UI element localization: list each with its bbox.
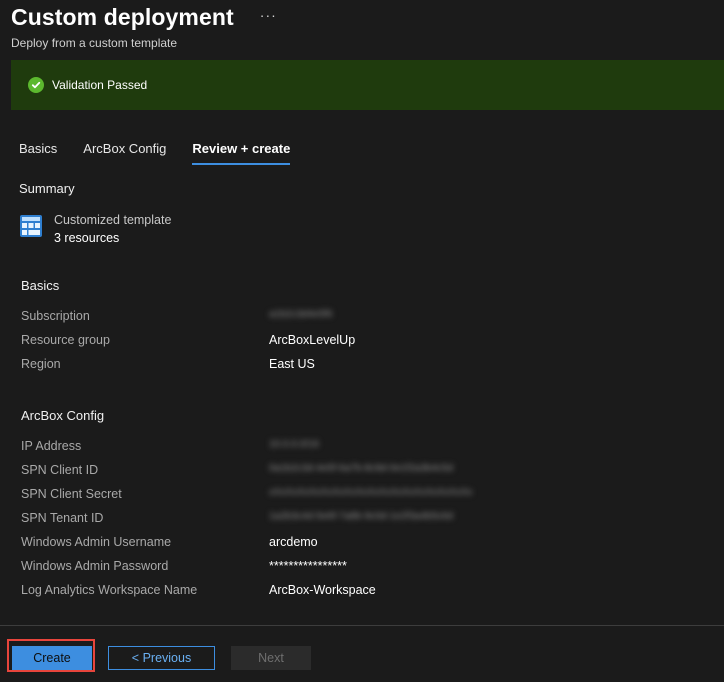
spn-client-secret-label: SPN Client Secret bbox=[21, 487, 122, 501]
subscription-value: a1b2c3d4e5f6 bbox=[269, 309, 333, 320]
spn-tenant-id-row: SPN Tenant ID 1a2b3c4d-5e6f-7a8b-9c0d-1e… bbox=[21, 511, 711, 529]
region-value: East US bbox=[269, 357, 315, 371]
footer-divider bbox=[0, 625, 724, 626]
ip-address-value: 10.0.0.0/16 bbox=[269, 439, 320, 450]
admin-username-value: arcdemo bbox=[269, 535, 318, 549]
admin-username-row: Windows Admin Username arcdemo bbox=[21, 535, 711, 553]
template-summary: Customized template 3 resources bbox=[20, 211, 171, 247]
ip-address-row: IP Address 10.0.0.0/16 bbox=[21, 439, 711, 457]
previous-button[interactable]: < Previous bbox=[108, 646, 215, 670]
ip-address-label: IP Address bbox=[21, 439, 82, 453]
resource-group-label: Resource group bbox=[21, 333, 110, 347]
subscription-row: Subscription a1b2c3d4e5f6 bbox=[21, 309, 711, 327]
page-header: Custom deployment ··· Deploy from a cust… bbox=[11, 4, 724, 50]
validation-status-text: Validation Passed bbox=[52, 78, 148, 92]
tab-basics[interactable]: Basics bbox=[19, 141, 57, 165]
validation-banner: Validation Passed bbox=[11, 60, 724, 110]
admin-password-row: Windows Admin Password **************** bbox=[21, 559, 711, 577]
title-row: Custom deployment ··· bbox=[11, 4, 724, 31]
create-button[interactable]: Create bbox=[12, 646, 92, 670]
spn-client-secret-value: xXxXxXxXxXxXxXxXxXxXxXxXxXxXxXxXxXx bbox=[269, 487, 473, 498]
template-name: Customized template bbox=[54, 213, 172, 227]
spn-client-secret-row: SPN Client Secret xXxXxXxXxXxXxXxXxXxXxX… bbox=[21, 487, 711, 505]
tab-arcbox-config[interactable]: ArcBox Config bbox=[83, 141, 166, 165]
template-text: Customized template 3 resources bbox=[54, 211, 171, 247]
admin-password-value: **************** bbox=[269, 559, 347, 573]
subscription-label: Subscription bbox=[21, 309, 90, 323]
admin-password-label: Windows Admin Password bbox=[21, 559, 169, 573]
region-row: Region East US bbox=[21, 357, 711, 375]
workspace-name-value: ArcBox-Workspace bbox=[269, 583, 376, 597]
arcbox-config-section-heading: ArcBox Config bbox=[21, 408, 105, 423]
workspace-name-row: Log Analytics Workspace Name ArcBox-Work… bbox=[21, 583, 711, 601]
resource-count: 3 resources bbox=[54, 231, 120, 245]
admin-username-label: Windows Admin Username bbox=[21, 535, 172, 549]
region-label: Region bbox=[21, 357, 61, 371]
summary-heading: Summary bbox=[19, 181, 75, 196]
check-circle-icon bbox=[28, 77, 44, 93]
spn-client-id-row: SPN Client ID 0a1b2c3d-4e5f-6a7b-8c9d-0e… bbox=[21, 463, 711, 481]
wizard-tabs: Basics ArcBox Config Review + create bbox=[19, 141, 316, 165]
tab-review-create[interactable]: Review + create bbox=[192, 141, 291, 165]
next-button: Next bbox=[231, 646, 311, 670]
resource-group-value: ArcBoxLevelUp bbox=[269, 333, 356, 347]
spn-client-id-value: 0a1b2c3d-4e5f-6a7b-8c9d-0e1f2a3b4c5d bbox=[269, 463, 454, 474]
more-options-icon[interactable]: ··· bbox=[260, 7, 277, 23]
workspace-name-label: Log Analytics Workspace Name bbox=[21, 583, 198, 597]
page-subtitle: Deploy from a custom template bbox=[11, 36, 178, 50]
template-grid-icon bbox=[20, 215, 42, 237]
spn-tenant-id-label: SPN Tenant ID bbox=[21, 511, 104, 525]
spn-tenant-id-value: 1a2b3c4d-5e6f-7a8b-9c0d-1e2f3a4b5c6d bbox=[269, 511, 454, 522]
page-title: Custom deployment bbox=[11, 4, 234, 30]
spn-client-id-label: SPN Client ID bbox=[21, 463, 99, 477]
basics-section-heading: Basics bbox=[21, 278, 60, 293]
resource-group-row: Resource group ArcBoxLevelUp bbox=[21, 333, 711, 351]
